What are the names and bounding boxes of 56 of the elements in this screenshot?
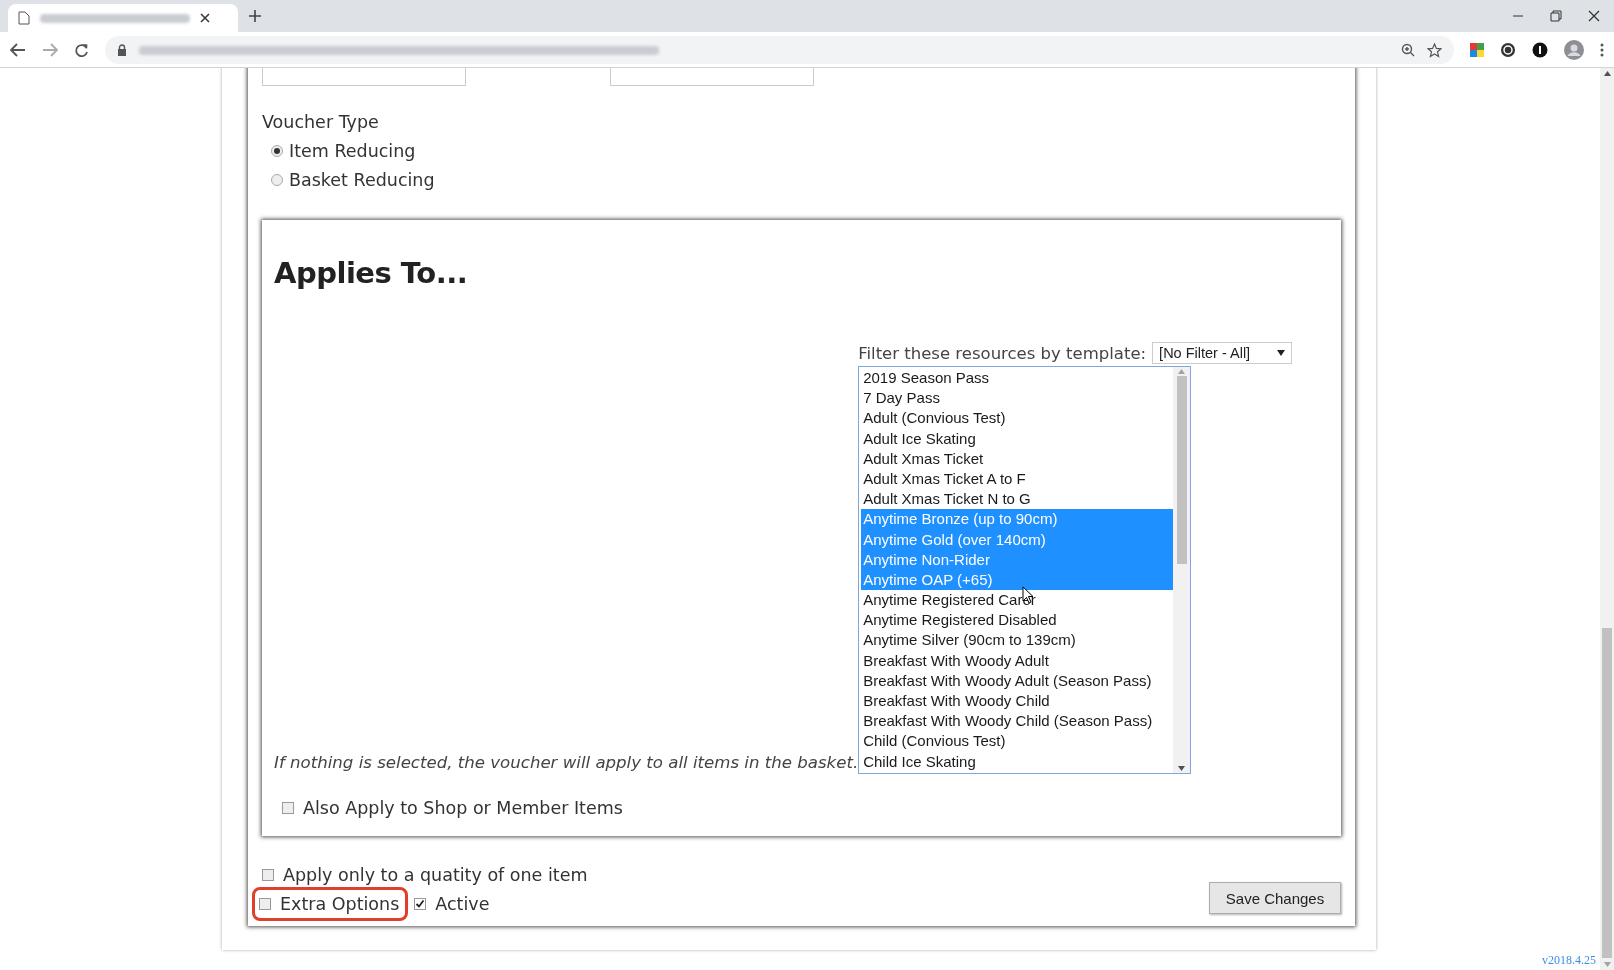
scrollbar-thumb[interactable] (1176, 376, 1187, 564)
scroll-down-icon[interactable] (1178, 766, 1186, 771)
hint-text: If nothing is selected, the voucher will apply to all items in the basket. (274, 753, 859, 774)
list-option[interactable]: Anytime Registered Disabled (861, 610, 1174, 631)
scrollbar[interactable] (1173, 367, 1191, 773)
template-dropdown[interactable]: [No Filter - All] (1152, 342, 1293, 364)
list-option[interactable]: Breakfast With Woody Adult (Season Pass) (861, 670, 1174, 691)
checkbox[interactable] (259, 898, 271, 910)
checkbox[interactable] (282, 802, 294, 814)
menu-icon[interactable] (1600, 43, 1604, 57)
checkbox[interactable] (414, 898, 427, 910)
forward-arrow-icon[interactable] (42, 43, 58, 57)
back-arrow-icon[interactable] (10, 43, 26, 57)
scrollbar-thumb[interactable] (1602, 628, 1612, 958)
restore-icon[interactable] (1550, 10, 1562, 22)
page-icon (18, 11, 30, 25)
list-option[interactable]: Adult (Convious Test) (861, 408, 1174, 429)
scrollbar[interactable] (1600, 68, 1614, 970)
list-option[interactable]: Child Ice Skating (861, 751, 1174, 772)
save-button[interactable]: Save Changes (1209, 882, 1341, 914)
field-label: Voucher Type (262, 112, 380, 132)
checkbox[interactable] (262, 869, 274, 881)
list-option[interactable]: 7 Day Pass (861, 388, 1174, 409)
radio-label[interactable]: Item Reducing (289, 141, 416, 161)
list-option[interactable]: Anytime Silver (90cm to 139cm) (861, 630, 1174, 651)
caret-icon (1277, 350, 1286, 356)
checkbox-label[interactable]: Active (435, 894, 490, 914)
radio-button[interactable] (271, 145, 283, 157)
radio-button[interactable] (271, 174, 283, 186)
radio-label[interactable]: Basket Reducing (289, 170, 435, 190)
checkbox-label[interactable]: Also Apply to Shop or Member Items (303, 798, 623, 818)
list-option[interactable]: 2019 Season Pass (861, 368, 1174, 389)
list-option[interactable]: Adult Xmas Ticket A to F (861, 468, 1174, 490)
zoom-icon[interactable] (1401, 43, 1415, 57)
close-icon[interactable] (200, 13, 210, 23)
reload-icon[interactable] (74, 42, 89, 58)
checkbox-label[interactable]: Apply only to a quatity of one item (283, 865, 588, 885)
extension-icon[interactable] (1532, 42, 1548, 58)
list-option[interactable]: Adult Xmas Ticket N to G (861, 489, 1174, 510)
scroll-up-icon[interactable] (1603, 71, 1611, 76)
list-option[interactable]: Breakfast With Woody Adult (861, 650, 1174, 671)
list-option[interactable]: Adult Ice Skating (861, 428, 1174, 449)
lock-icon (117, 44, 127, 56)
filter-label: Filter these resources by template: (858, 343, 1147, 363)
close-icon[interactable] (1588, 10, 1600, 22)
list-option[interactable]: Breakfast With Woody Child (861, 691, 1174, 712)
star-icon[interactable] (1427, 42, 1442, 58)
list-option[interactable]: Child (Convious Test) (861, 731, 1174, 752)
section-heading: Applies To... (274, 256, 468, 290)
list-option[interactable]: Adult Xmas Ticket (861, 448, 1174, 469)
version-text: v2018.4.25 (1542, 953, 1596, 968)
avatar-icon[interactable] (1564, 40, 1584, 60)
list-option[interactable]: Breakfast With Woody Child (Season Pass) (861, 711, 1174, 732)
checkbox-label[interactable]: Extra Options (280, 894, 400, 914)
extension-icon[interactable] (1500, 42, 1516, 58)
new-tab-icon[interactable] (248, 9, 262, 23)
